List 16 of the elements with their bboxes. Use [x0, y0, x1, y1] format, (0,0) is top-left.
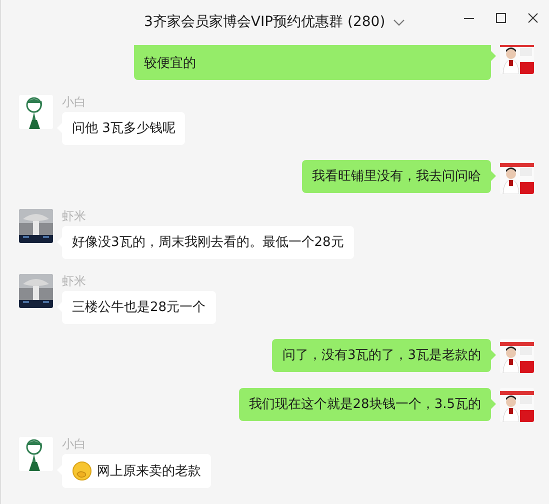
message-text: 问他 3瓦多少钱呢 — [72, 120, 176, 138]
message-text: 网上原来卖的老款 — [97, 462, 201, 480]
message-text: 好像没3瓦的，周末我刚去看的。最低一个28元 — [72, 234, 344, 252]
sender-name: 小白 — [62, 437, 86, 451]
message-text: 我们现在这个就是28块钱一个，3.5瓦的 — [248, 396, 481, 414]
close-icon[interactable] — [528, 12, 538, 22]
message-text: 问了，没有3瓦的了，3瓦是老款的 — [282, 347, 481, 365]
message-text: 较便宜的 — [144, 55, 196, 73]
sender-name: 虾米 — [62, 209, 86, 223]
sender-name: 小白 — [62, 95, 86, 109]
maximize-icon[interactable] — [496, 12, 506, 22]
sender-name: 虾米 — [62, 274, 86, 288]
message-text: 三楼公牛也是28元一个 — [72, 299, 206, 317]
message-text: 我看旺铺里没有，我去问问哈 — [312, 168, 481, 186]
chat-title: 3齐家会员家博会VIP预约优惠群 (280) — [144, 13, 386, 32]
chevron-down-icon[interactable] — [393, 18, 406, 26]
